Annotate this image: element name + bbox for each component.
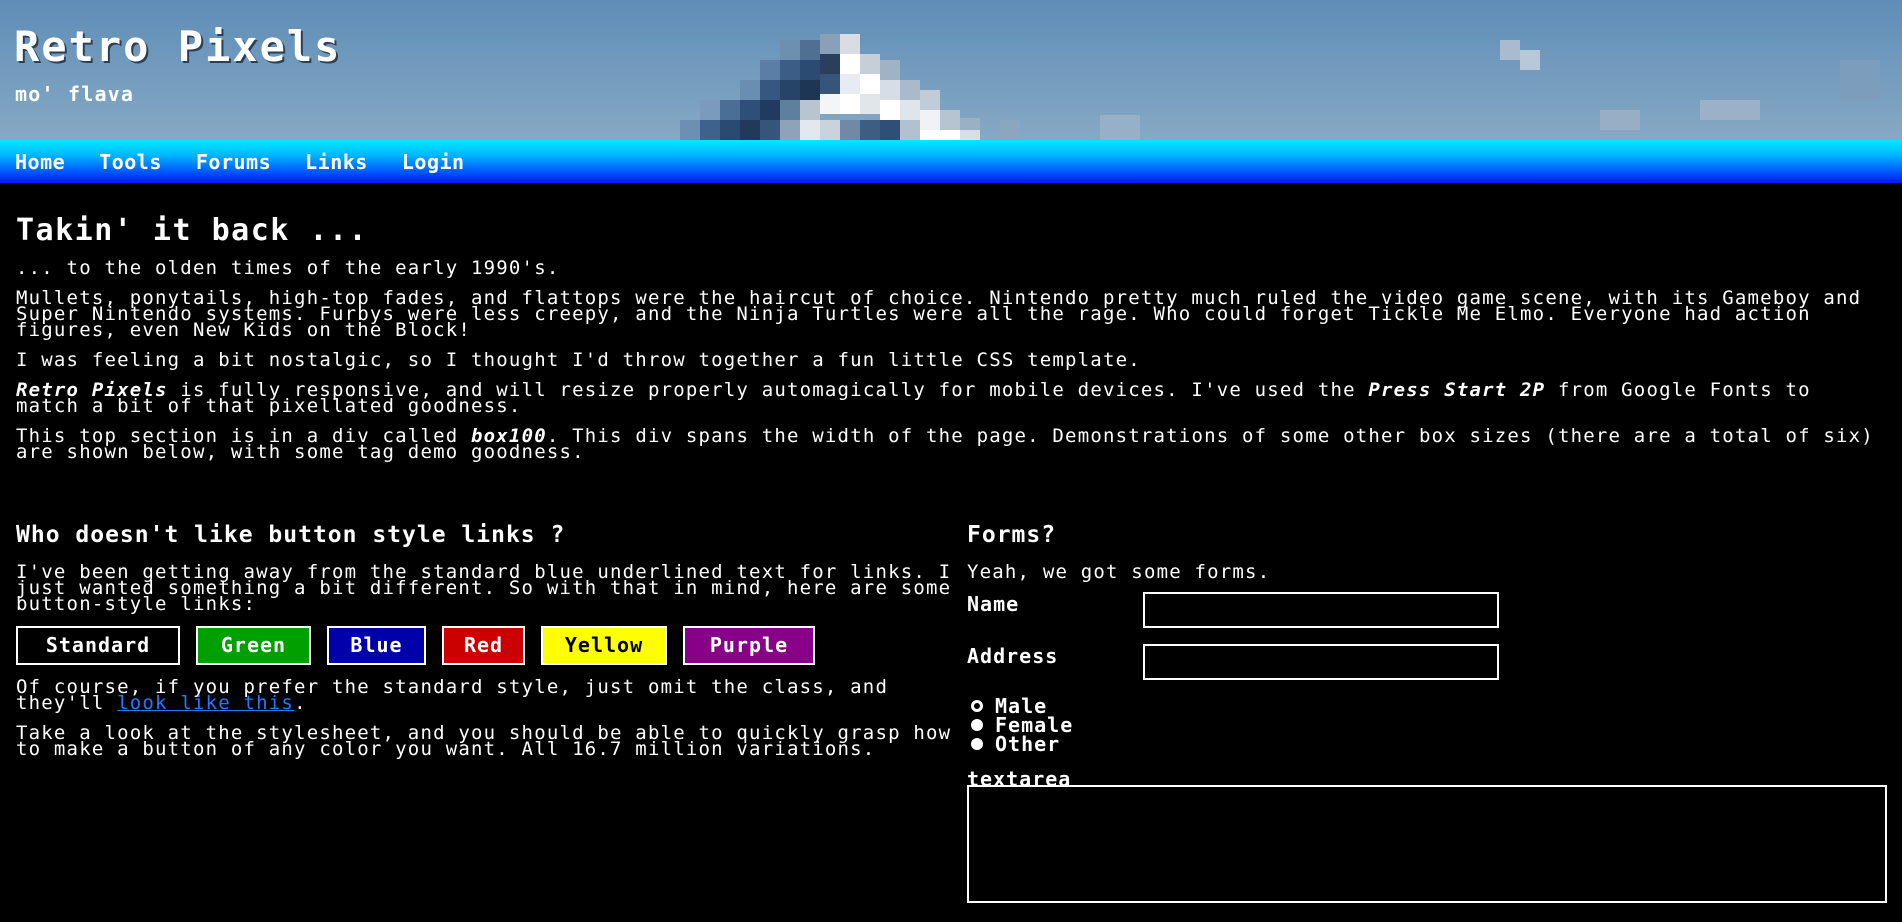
button-links-heading: Who doesn't like button style links ? (16, 522, 566, 548)
radio-female[interactable]: Female (967, 713, 1902, 737)
radio-other-label: Other (995, 731, 1061, 756)
standard-style-paragraph: Of course, if you prefer the standard st… (16, 678, 956, 714)
intro-paragraph-3: I was feeling a bit nostalgic, so I thou… (16, 349, 1141, 371)
address-label: Address (967, 644, 1059, 668)
site-title: Retro Pixels (14, 22, 342, 71)
name-row: Name (967, 592, 1902, 644)
forms-section: Forms? Yeah, we got some forms. Name Add… (967, 522, 1902, 903)
intro-paragraph-2: Mullets, ponytails, high-top fades, and … (16, 287, 1862, 341)
purple-button[interactable]: Purple (683, 626, 815, 665)
forms-heading: Forms? (967, 522, 1057, 548)
site-header: Retro Pixels mo' flava (0, 0, 1902, 140)
intro-paragraph-1: ... to the olden times of the early 1990… (16, 257, 560, 279)
button-links-intro: I've been getting away from the standard… (16, 561, 952, 615)
nav-tools[interactable]: Tools (99, 150, 162, 174)
main-content: Takin' it back ... ... to the olden time… (0, 183, 1902, 922)
radio-unselected-icon (971, 718, 983, 731)
blue-button[interactable]: Blue (327, 626, 426, 665)
address-row: Address (967, 644, 1902, 696)
intro-paragraph-4: Retro Pixels is fully responsive, and wi… (16, 379, 1886, 416)
message-textarea[interactable] (967, 785, 1887, 903)
nav-links[interactable]: Links (305, 150, 368, 174)
press-start-emphasis: Press Start 2P (1368, 379, 1546, 401)
name-input[interactable] (1143, 592, 1499, 628)
nav-forums[interactable]: Forums (196, 150, 271, 174)
textarea-label: textarea (967, 767, 1072, 791)
intro-paragraph-5: This top section is in a div called box1… (16, 427, 1886, 462)
main-nav: Home Tools Forums Links Login (0, 140, 1902, 183)
forms-intro: Yeah, we got some forms. (967, 561, 1271, 583)
radio-other[interactable]: Other (967, 731, 1902, 756)
radio-selected-icon (971, 699, 983, 712)
radio-male[interactable]: Male (967, 694, 1902, 718)
box100-section: Takin' it back ... ... to the olden time… (16, 183, 1886, 462)
green-button[interactable]: Green (196, 626, 311, 665)
address-input[interactable] (1143, 644, 1499, 680)
stylesheet-paragraph: Take a look at the stylesheet, and you s… (16, 722, 952, 760)
button-row: Standard Green Blue Red Yellow Purple (16, 626, 956, 665)
yellow-button[interactable]: Yellow (541, 626, 667, 665)
two-column-row: Who doesn't like button style links ? I'… (16, 522, 1887, 922)
standard-style-text-b: . (294, 692, 307, 714)
site-tagline: mo' flava (15, 82, 135, 106)
nav-home[interactable]: Home (15, 150, 65, 174)
nav-login[interactable]: Login (402, 150, 465, 174)
look-like-this-link[interactable]: look like this (117, 692, 294, 714)
intro-heading: Takin' it back ... (16, 213, 369, 248)
red-button[interactable]: Red (442, 626, 525, 665)
standard-button[interactable]: Standard (16, 626, 180, 665)
radio-unselected-icon (971, 737, 983, 750)
name-label: Name (967, 592, 1020, 616)
button-links-section: Who doesn't like button style links ? I'… (16, 522, 956, 771)
